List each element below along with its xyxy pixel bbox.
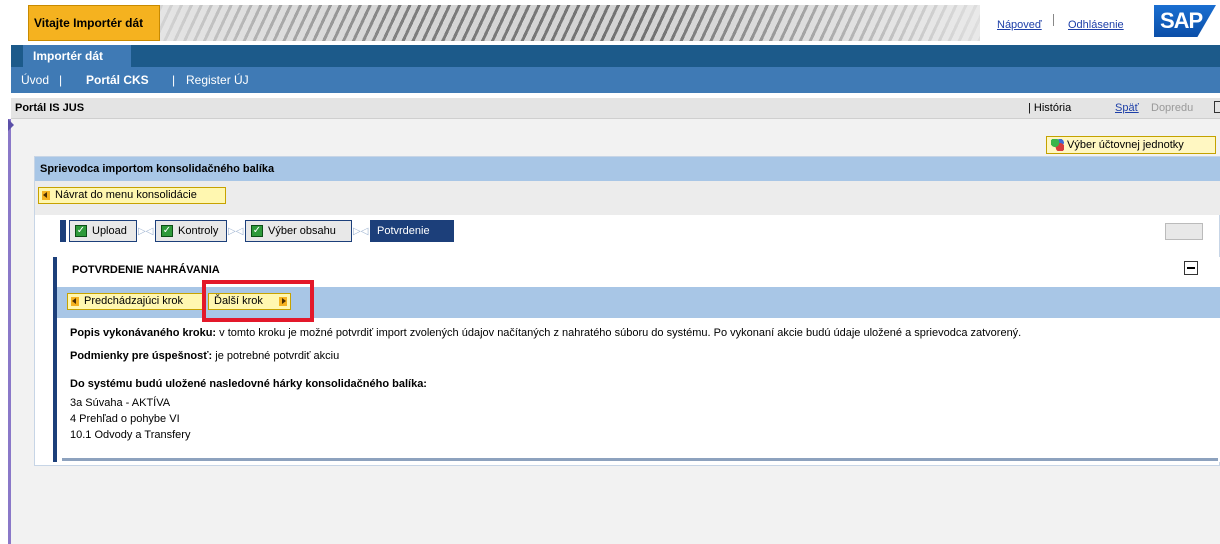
steps-start-marker — [60, 220, 66, 242]
sheets-heading: Do systému budú uložené nasledovné hárky… — [70, 378, 427, 390]
wizard-title: Sprievodca importom konsolidačného balík… — [35, 157, 1220, 181]
sheet-item: 10.1 Odvody a Transfery — [70, 429, 191, 441]
step-label: Potvrdenie — [377, 225, 430, 237]
back-link[interactable]: Späť — [1115, 102, 1139, 114]
steps-scroll-buttons[interactable] — [1165, 223, 1203, 240]
welcome-text: Vitajte Importér dát — [34, 16, 144, 30]
back-to-menu-button[interactable]: Návrat do menu konsolidácie — [38, 187, 226, 204]
page-title: Portál IS JUS — [15, 102, 85, 114]
select-unit-label: Výber účtovnej jednotky — [1067, 139, 1184, 151]
select-unit-button[interactable]: Výber účtovnej jednotky — [1046, 136, 1216, 154]
step-vyber-obsahu[interactable]: ✓ Výber obsahu — [245, 220, 352, 242]
header-banner: Vitajte Importér dát Nápoveď Odhlásenie … — [0, 0, 1220, 45]
step-connector: ▷◁ — [228, 226, 244, 237]
success-conditions: Podmienky pre úspešnosť: je potrebné pot… — [70, 350, 339, 362]
step-label: Upload — [92, 225, 127, 237]
step-potvrdenie[interactable]: Potvrdenie — [370, 220, 454, 242]
step-connector: ▷◁ — [353, 226, 369, 237]
nav-item-uvod[interactable]: Úvod — [21, 73, 49, 87]
secondary-navigation: Úvod | Portál CKS | Register ÚJ — [11, 67, 1220, 93]
left-edge-bar — [8, 119, 11, 544]
step-kontroly[interactable]: ✓ Kontroly — [155, 220, 227, 242]
nav-separator: | — [172, 73, 176, 87]
collapse-icon[interactable] — [1184, 261, 1198, 275]
step-label: Kontroly — [178, 225, 219, 237]
logout-link[interactable]: Odhlásenie — [1068, 19, 1124, 31]
menu-icon[interactable] — [1214, 101, 1220, 113]
page-title-bar: Portál IS JUS | História Späť Dopredu — [11, 98, 1220, 119]
expand-arrow-icon[interactable] — [8, 119, 14, 131]
step-connector: ▷◁ — [138, 226, 154, 237]
arrow-left-icon — [71, 297, 79, 306]
arrow-left-icon — [42, 191, 50, 200]
step-description: Popis vykonávaného kroku: v tomto kroku … — [70, 327, 1021, 339]
help-link[interactable]: Nápoveď — [997, 19, 1042, 31]
description-label: Popis vykonávaného kroku: — [70, 327, 217, 339]
sheet-item: 3a Súvaha - AKTÍVA — [70, 397, 171, 409]
description-text: v tomto kroku je možné potvrdiť import z… — [216, 327, 1022, 339]
highlight-box — [202, 280, 314, 322]
previous-step-button[interactable]: Predchádzajúci krok — [67, 293, 205, 310]
history-menu[interactable]: | História — [1028, 102, 1071, 114]
nav-item-register-uj[interactable]: Register ÚJ — [186, 73, 249, 87]
back-to-menu-label: Návrat do menu konsolidácie — [55, 189, 197, 201]
check-icon: ✓ — [251, 225, 263, 237]
unit-icon — [1051, 139, 1064, 151]
conditions-label: Podmienky pre úspešnosť: — [70, 350, 213, 362]
forward-link: Dopredu — [1151, 102, 1194, 114]
nav-separator: | — [59, 73, 63, 87]
step-label: Výber obsahu — [268, 225, 336, 237]
conditions-text: je potrebné potvrdiť akciu — [212, 350, 340, 362]
step-upload[interactable]: ✓ Upload — [69, 220, 137, 242]
header-separator — [1053, 14, 1054, 26]
top-navigation: Importér dát Úvod | Portál CKS | Registe… — [11, 45, 1220, 93]
previous-step-label: Predchádzajúci krok — [84, 295, 184, 307]
check-icon: ✓ — [75, 225, 87, 237]
panel-title: POTVRDENIE NAHRÁVANIA — [72, 264, 220, 276]
panel-bottom-rule — [62, 458, 1218, 461]
nav-item-portal-cks[interactable]: Portál CKS — [86, 73, 149, 87]
check-icon: ✓ — [161, 225, 173, 237]
tab-importer[interactable]: Importér dát — [23, 45, 131, 67]
sheet-item: 4 Prehľad o pohybe VI — [70, 413, 180, 425]
banner-graphic — [160, 5, 980, 41]
